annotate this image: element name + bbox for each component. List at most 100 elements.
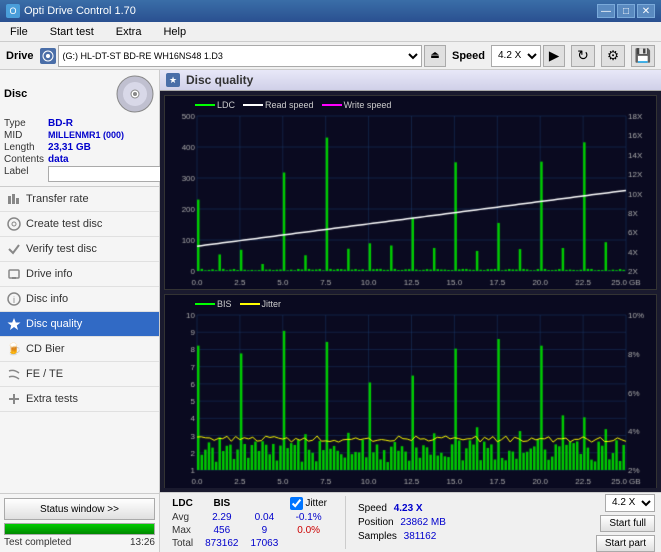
content-area: ★ Disc quality LDC Read speed [160, 70, 661, 552]
speed-label: Speed [358, 503, 387, 514]
status-text: Test completed [4, 537, 71, 548]
main-area: Disc Type BD-R MID MILLENMR1 (000) Lengt… [0, 70, 661, 552]
legend-write-speed: Write speed [322, 100, 392, 110]
stats-bar: LDC BIS Jitter Avg 2.29 0.04 -0.1% [160, 492, 661, 552]
app-title: Opti Drive Control 1.70 [24, 5, 136, 17]
quality-title: Disc quality [186, 73, 253, 87]
action-buttons: 4.2 X Start full Start part [596, 494, 655, 552]
drive-dropdown[interactable]: (G:) HL-DT-ST BD-RE WH16NS48 1.D3 [58, 45, 422, 67]
legend-bis-text: BIS [217, 299, 232, 309]
start-part-button[interactable]: Start part [596, 535, 655, 552]
transfer-rate-icon [6, 191, 22, 207]
start-full-button[interactable]: Start full [600, 515, 655, 532]
legend-ldc-text: LDC [217, 100, 235, 110]
legend-ldc: LDC [195, 100, 235, 110]
samples-row: Samples 381162 [358, 531, 446, 542]
sidebar-item-create-test-disc[interactable]: Create test disc [0, 212, 159, 237]
legend-write-text: Write speed [344, 100, 392, 110]
legend-jitter-text: Jitter [262, 299, 282, 309]
status-time: 13:26 [130, 537, 155, 548]
drive-icon [40, 48, 56, 64]
disc-info-panel: Disc Type BD-R MID MILLENMR1 (000) Lengt… [0, 70, 159, 187]
extra-tests-icon [6, 391, 22, 407]
speed-go-button[interactable]: ▶ [543, 45, 565, 67]
minimize-button[interactable]: — [597, 4, 615, 18]
stats-table: LDC BIS Jitter Avg 2.29 0.04 -0.1% [166, 496, 333, 550]
titlebar: O Opti Drive Control 1.70 — □ ✕ [0, 0, 661, 22]
menu-extra[interactable]: Extra [110, 24, 148, 40]
create-test-disc-icon [6, 216, 22, 232]
drive-selector: (G:) HL-DT-ST BD-RE WH16NS48 1.D3 ⏏ [40, 45, 446, 67]
stats-ldc-header: LDC [166, 496, 199, 511]
chart2-canvas [165, 295, 656, 488]
drive-label: Drive [6, 50, 34, 62]
progress-bar-fill [5, 524, 154, 534]
speed-row: Speed 4.23 X [358, 503, 446, 514]
speed-dropdown[interactable]: 4.2 X [491, 45, 541, 67]
jitter-checkbox[interactable] [290, 497, 303, 510]
sidebar-item-cd-bier[interactable]: 🍺 CD Bier [0, 337, 159, 362]
total-label: Total [166, 537, 199, 550]
sidebar-item-extra-tests[interactable]: Extra tests [0, 387, 159, 412]
legend-write-color [322, 104, 342, 106]
titlebar-left: O Opti Drive Control 1.70 [6, 4, 136, 18]
type-label: Type [4, 118, 44, 129]
max-ldc: 456 [199, 524, 244, 537]
drive-info-icon [6, 266, 22, 282]
chart2-legend: BIS Jitter [195, 299, 281, 309]
disc-header: Disc [4, 74, 155, 114]
sidebar-item-drive-info[interactable]: Drive info [0, 262, 159, 287]
save-button[interactable]: 💾 [631, 45, 655, 67]
progress-bar-container [4, 523, 155, 535]
stats-jitter-header: Jitter [284, 496, 333, 511]
legend-jitter-color [240, 303, 260, 305]
sidebar-item-fe-te[interactable]: FE / TE [0, 362, 159, 387]
transfer-rate-label: Transfer rate [26, 193, 89, 205]
status-text-row: Test completed 13:26 [4, 537, 155, 548]
maximize-button[interactable]: □ [617, 4, 635, 18]
sidebar-item-transfer-rate[interactable]: Transfer rate [0, 187, 159, 212]
menu-file[interactable]: File [4, 24, 34, 40]
position-value: 23862 MB [400, 517, 446, 528]
drive-bar: Drive (G:) HL-DT-ST BD-RE WH16NS48 1.D3 … [0, 42, 661, 70]
menu-start-test[interactable]: Start test [44, 24, 100, 40]
legend-read-text: Read speed [265, 100, 314, 110]
drive-eject-button[interactable]: ⏏ [424, 45, 446, 67]
avg-bis: 0.04 [245, 511, 285, 524]
chart-ldc: LDC Read speed Write speed [164, 95, 657, 290]
menu-help[interactable]: Help [157, 24, 192, 40]
avg-jitter: -0.1% [284, 511, 333, 524]
fe-te-label: FE / TE [26, 368, 63, 380]
avg-label: Avg [166, 511, 199, 524]
speed-select[interactable]: 4.2 X [605, 494, 655, 512]
refresh-button[interactable]: ↻ [571, 45, 595, 67]
disc-info-icon: i [6, 291, 22, 307]
legend-read-speed: Read speed [243, 100, 314, 110]
speed-position-section: Speed 4.23 X Position 23862 MB Samples 3… [358, 503, 446, 542]
quality-icon: ★ [166, 73, 180, 87]
label-label: Label [4, 166, 44, 182]
chart1-canvas [165, 96, 656, 289]
close-button[interactable]: ✕ [637, 4, 655, 18]
sidebar-item-disc-quality[interactable]: Disc quality [0, 312, 159, 337]
stats-bis-header: BIS [199, 496, 244, 511]
length-label: Length [4, 142, 44, 153]
sidebar-item-disc-info[interactable]: i Disc info [0, 287, 159, 312]
chart-bis: BIS Jitter [164, 294, 657, 489]
charts-area: LDC Read speed Write speed [160, 91, 661, 492]
disc-info-label: Disc info [26, 293, 68, 305]
status-window-button[interactable]: Status window >> [4, 498, 155, 520]
max-jitter: 0.0% [284, 524, 333, 537]
disc-icon [115, 74, 155, 114]
contents-label: Contents [4, 154, 44, 165]
verify-test-disc-icon [6, 241, 22, 257]
extra-tests-label: Extra tests [26, 393, 78, 405]
settings-button[interactable]: ⚙ [601, 45, 625, 67]
cd-bier-label: CD Bier [26, 343, 65, 355]
sidebar-item-verify-test-disc[interactable]: Verify test disc [0, 237, 159, 262]
mid-label: MID [4, 130, 44, 141]
sidebar-status: Status window >> Test completed 13:26 [0, 493, 159, 552]
svg-text:i: i [13, 295, 15, 305]
disc-quality-label: Disc quality [26, 318, 82, 330]
speed-control: 4.2 X ▶ [491, 45, 565, 67]
